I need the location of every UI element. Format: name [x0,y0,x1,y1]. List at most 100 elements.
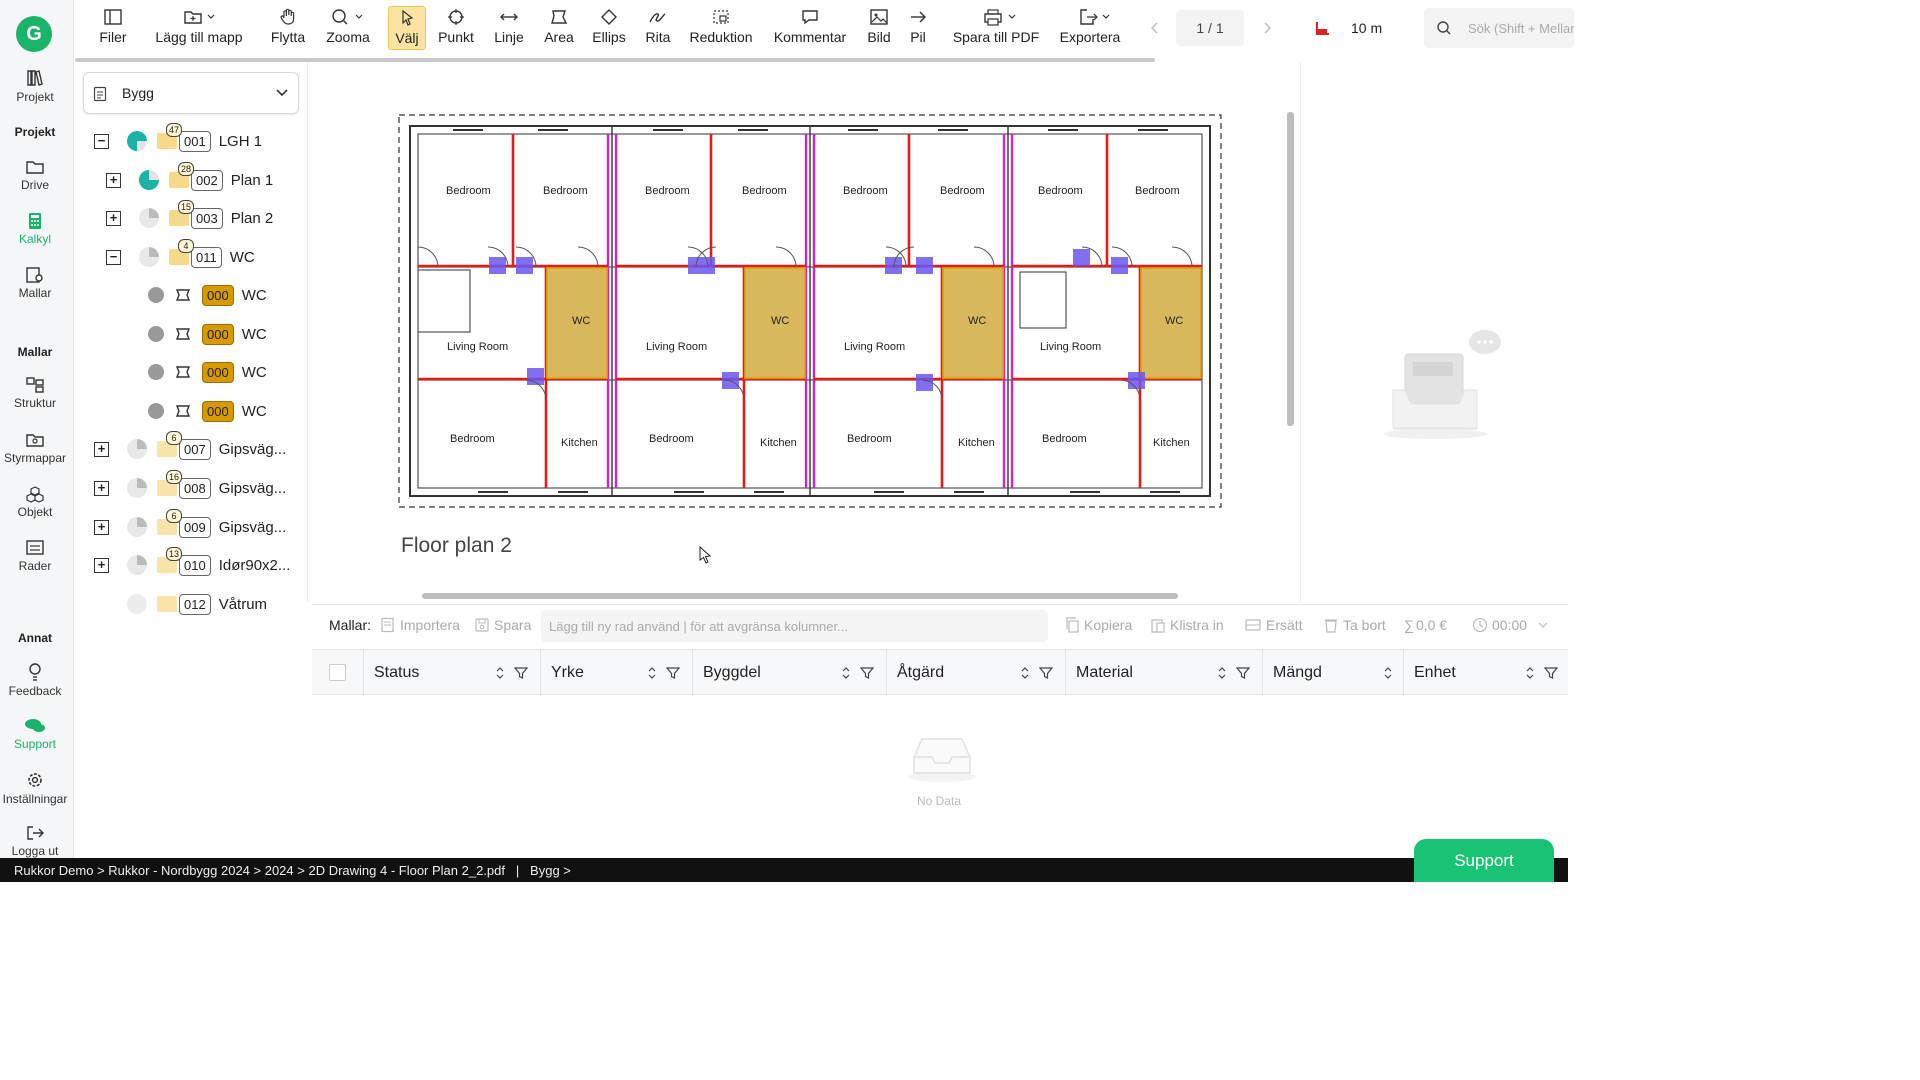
canvas-horizontal-scrollbar[interactable] [422,593,1178,599]
exportera-button[interactable]: Exportera [1057,6,1123,50]
sort-icon[interactable] [495,666,505,680]
collapse-icon[interactable]: − [106,249,121,265]
tree-row[interactable]: + 15 003 Plan 2 [106,200,273,233]
nav-support[interactable]: Support [0,717,70,751]
crosshair-icon [448,9,464,25]
canvas-vertical-scrollbar[interactable] [1287,112,1294,426]
filter-icon[interactable] [1039,666,1053,680]
filter-icon[interactable] [514,666,528,680]
kommentar-button[interactable]: Kommentar [770,6,850,50]
tree-row[interactable]: − 47 001 LGH 1 [94,123,262,156]
flytta-button[interactable]: Flytta [265,6,311,50]
polygon-area-icon [175,328,191,340]
lagg-till-mapp-button[interactable]: Lägg till mapp [149,6,249,50]
sort-icon[interactable] [841,666,851,680]
ta-bort-button[interactable]: Ta bort [1323,617,1386,633]
expand-icon[interactable]: + [94,557,109,573]
nav-installningar[interactable]: Inställningar [0,770,70,806]
nav-logout[interactable]: Logga ut [0,824,70,858]
expand-icon[interactable]: + [94,441,109,457]
filter-icon[interactable] [1544,666,1558,680]
room-label: Bedroom [450,433,495,445]
select-all-checkbox[interactable] [329,664,346,681]
linje-button[interactable]: Linje [491,6,527,50]
nav-feedback[interactable]: Feedback [0,662,70,698]
folder-icon: 16 [157,470,182,496]
tree-row[interactable]: 000 WC [148,280,267,310]
filter-icon[interactable] [860,666,874,680]
zooma-button[interactable]: Zooma [325,6,371,50]
app-logo[interactable]: G [16,16,52,52]
tree-row[interactable]: + 6 009 Gipsväg... [94,509,286,542]
tree-row[interactable]: 000 WC [148,396,267,426]
area-button[interactable]: Area [541,6,577,50]
rita-button[interactable]: Rita [641,6,675,50]
sort-icon[interactable] [1020,666,1030,680]
importera-button[interactable]: Importera [380,617,460,633]
nav-struktur[interactable]: Struktur [0,376,70,410]
arrow-right-icon [911,11,926,23]
valj-label: Välj [395,30,419,46]
punkt-button[interactable]: Punkt [436,6,476,50]
sort-icon[interactable] [1525,666,1535,680]
column-byggdel[interactable]: Byggdel [692,650,887,696]
category-select[interactable]: Bygg [83,72,299,114]
nav-rader-label: Rader [18,559,52,573]
sum-value[interactable]: ∑ 0,0 € [1404,617,1447,633]
scale-ruler-icon[interactable] [1315,20,1331,36]
progress-pie-icon [127,555,147,575]
ersatt-button[interactable]: Ersätt [1244,617,1303,633]
tree-row[interactable]: − 4 011 WC [106,239,255,272]
no-data-text: No Data [917,794,962,808]
chevron-right-icon[interactable] [1261,20,1273,36]
nav-logout-label: Logga ut [11,844,59,858]
sort-icon[interactable] [1217,666,1227,680]
expand-icon[interactable]: + [94,480,109,496]
new-row-input[interactable]: Lägg till ny rad använd | för att avgrän… [541,610,1048,642]
tree-row[interactable]: 000 WC [148,319,267,349]
nav-objekt[interactable]: Objekt [0,485,70,519]
sort-icon[interactable] [1383,666,1393,680]
sort-icon[interactable] [647,666,657,680]
time-select[interactable]: 00:00 [1472,617,1549,633]
nav-mallar[interactable]: Mallar [0,266,70,300]
klistra-in-button[interactable]: Klistra in [1150,617,1224,633]
nav-styrmappar[interactable]: Styrmappar [0,431,70,465]
filer-button[interactable]: Filer [93,6,133,50]
tree-row[interactable]: + 6 007 Gipsväg... [94,431,286,464]
chevron-left-icon[interactable] [1149,20,1161,36]
flytta-label: Flytta [270,29,306,45]
column-material[interactable]: Material [1065,650,1263,696]
count-badge: 4 [178,239,194,253]
breadcrumb-text[interactable]: Rukkor Demo > Rukkor - Nordbygg 2024 > 2… [14,863,571,878]
nav-rader[interactable]: Rader [0,539,70,573]
page-indicator[interactable]: 1 / 1 [1176,10,1244,46]
valj-button[interactable]: Välj [388,6,426,50]
spara-pdf-button[interactable]: Spara till PDF [949,6,1043,50]
tree-row[interactable]: 012 Våtrum [127,589,267,619]
filter-icon[interactable] [1236,666,1250,680]
tree-row[interactable]: + 28 002 Plan 1 [106,162,273,195]
expand-icon[interactable]: + [106,210,121,226]
tree-row[interactable]: 000 WC [148,357,267,387]
ellips-button[interactable]: Ellips [590,6,628,50]
filter-icon[interactable] [666,666,680,680]
scale-value[interactable]: 10 m [1351,20,1382,36]
expand-icon[interactable]: + [106,172,121,188]
tree-row[interactable]: + 13 010 Idør90x2... [94,547,290,580]
bild-button[interactable]: Bild [863,6,895,50]
pil-button[interactable]: Pil [905,6,931,50]
collapse-icon[interactable]: − [94,133,109,149]
spara-button[interactable]: Spara [474,617,531,633]
tree-row[interactable]: + 16 008 Gipsväg... [94,470,286,503]
nav-kalkyl[interactable]: Kalkyl [0,212,70,246]
floor-plan-drawing[interactable] [398,114,1222,508]
nav-drive[interactable]: Drive [0,158,70,192]
reduktion-button[interactable]: Reduktion [687,6,755,50]
column-label: Enhet [1414,664,1456,681]
expand-icon[interactable]: + [94,519,109,535]
support-button[interactable]: Support [1414,839,1554,882]
nav-projekt[interactable]: Projekt [0,68,70,104]
row-label: WC [241,286,267,304]
kopiera-button[interactable]: Kopiera [1064,617,1132,633]
